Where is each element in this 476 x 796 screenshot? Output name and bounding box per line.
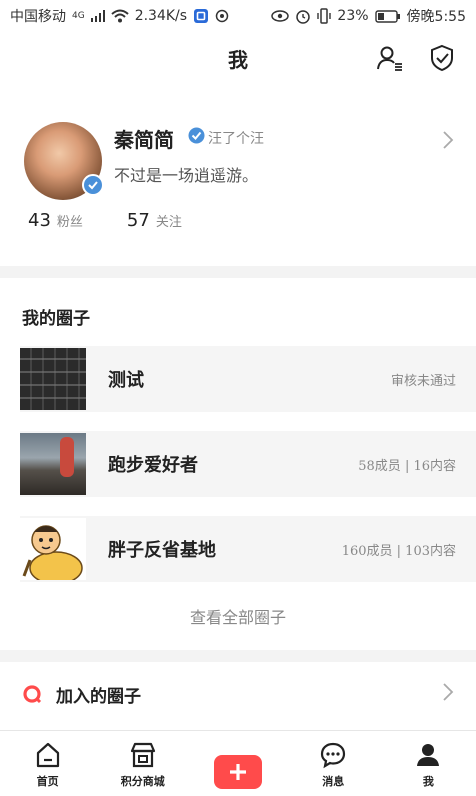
message-icon <box>321 742 346 769</box>
add-icon <box>230 764 246 780</box>
chevron-right-icon[interactable] <box>442 130 454 150</box>
my-circles-list: 测试 审核未通过 跑步爱好者 58成员 | 16内容 胖子反省基地 160成员 … <box>20 346 476 601</box>
circle-status: 审核未通过 <box>390 373 456 389</box>
followers-count: 43 <box>28 210 51 231</box>
tab-label: 消息 <box>322 775 345 788</box>
section-divider <box>0 266 476 278</box>
store-icon <box>130 742 155 768</box>
following-count: 57 <box>126 210 150 231</box>
shield-check-icon <box>431 44 453 72</box>
signal-icon <box>90 10 105 22</box>
tab-messages[interactable]: 消息 <box>286 731 381 796</box>
section-divider <box>0 650 476 662</box>
joined-circles-label: 加入的圈子 <box>56 686 141 707</box>
circle-thumbnail <box>20 348 86 410</box>
alarm-icon <box>296 10 311 24</box>
following-stat[interactable]: 57 关注 <box>127 210 182 231</box>
circle-item[interactable]: 胖子反省基地 160成员 | 103内容 <box>20 516 476 585</box>
home-icon <box>36 742 59 768</box>
avatar[interactable] <box>24 122 104 200</box>
circle-item[interactable]: 测试 审核未通过 <box>20 346 476 412</box>
tab-label: 积分商城 <box>120 775 165 788</box>
tab-store[interactable]: 积分商城 <box>95 731 190 796</box>
joined-circles-row[interactable]: 加入的圈子 <box>0 668 476 720</box>
tab-label: 我 <box>422 775 434 788</box>
chevron-right-icon <box>443 683 454 701</box>
profile-card[interactable]: 秦简简 汪了个汪 不过是一场逍遥游。 43 粉丝 57 关注 <box>0 100 476 264</box>
circle-name: 测试 <box>108 370 144 391</box>
tab-add[interactable] <box>190 731 285 796</box>
battery-percent: 23% <box>337 8 369 24</box>
profile-stats: 43 粉丝 57 关注 <box>28 210 182 231</box>
circle-meta: 58成员 | 16内容 <box>358 458 456 474</box>
tab-profile[interactable]: 我 <box>381 731 476 796</box>
circle-thumbnail <box>20 433 86 495</box>
circle-thumbnail <box>20 518 86 585</box>
user-bio: 不过是一场逍遥游。 <box>114 166 259 185</box>
cartoon-figure-icon <box>22 525 83 585</box>
user-list-icon <box>377 46 402 71</box>
network-speed: 2.34K/s <box>134 8 188 24</box>
circle-name: 跑步爱好者 <box>108 455 198 476</box>
carrier-text: 中国移动 <box>10 9 66 25</box>
page-title: 我 <box>228 47 248 72</box>
add-button[interactable] <box>214 755 262 789</box>
verified-label: 汪了个汪 <box>208 131 264 147</box>
tab-label: 首页 <box>36 775 59 788</box>
user-name: 秦简简 <box>114 128 174 152</box>
clock-time: 傍晚5:55 <box>406 9 466 25</box>
status-bar: 中国移动 4G 2.34K/s 23% 傍晚5:55 <box>0 0 476 32</box>
followers-label: 粉丝 <box>56 215 83 230</box>
verified-icon <box>188 127 205 144</box>
view-all-circles-link[interactable]: 查看全部圈子 <box>0 604 476 628</box>
circle-meta: 160成员 | 103内容 <box>341 543 456 559</box>
avatar-verified-badge <box>82 174 104 196</box>
app-notification-icon <box>194 9 209 23</box>
user-list-button[interactable] <box>374 42 406 74</box>
eye-icon <box>271 10 290 22</box>
network-type: 4G <box>72 11 85 21</box>
location-icon <box>215 9 229 23</box>
shield-button[interactable] <box>426 42 458 74</box>
battery-icon <box>374 9 400 23</box>
check-icon <box>88 181 98 190</box>
profile-icon <box>417 744 440 766</box>
bottom-tab-bar: 首页 积分商城 消息 我 <box>0 730 476 796</box>
tab-home[interactable]: 首页 <box>0 731 95 796</box>
vibrate-icon <box>317 8 332 24</box>
circle-item[interactable]: 跑步爱好者 58成员 | 16内容 <box>20 431 476 497</box>
my-circles-title: 我的圈子 <box>22 309 90 329</box>
circle-name: 胖子反省基地 <box>108 540 216 561</box>
followers-stat[interactable]: 43 粉丝 <box>28 210 83 231</box>
wifi-icon <box>111 9 129 23</box>
following-label: 关注 <box>155 215 182 230</box>
circle-logo-icon <box>23 685 42 704</box>
top-nav: 我 <box>0 36 476 80</box>
